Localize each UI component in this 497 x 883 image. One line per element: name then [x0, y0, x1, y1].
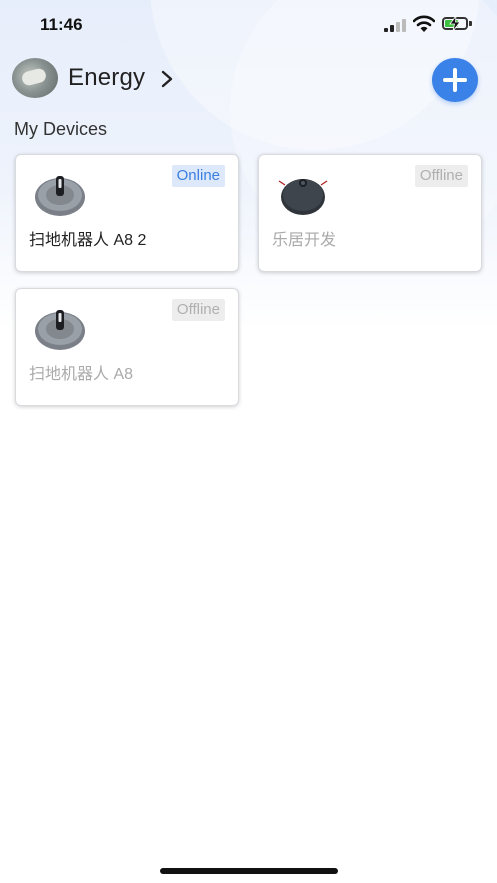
- device-card[interactable]: 乐居开发 Offline: [258, 154, 482, 272]
- home-name[interactable]: Energy: [68, 64, 145, 92]
- section-title: My Devices: [14, 119, 108, 139]
- wifi-icon: [413, 15, 435, 32]
- robot-vacuum-a8-icon: [35, 310, 85, 350]
- device-name: 扫地机器人 A8: [29, 366, 134, 383]
- device-card[interactable]: 扫地机器人 A8 2 Online: [15, 154, 239, 272]
- charging-bolt-icon: [449, 16, 461, 31]
- avatar[interactable]: [12, 58, 58, 98]
- status-bar: 11:46: [0, 0, 497, 50]
- home-header: Energy: [0, 56, 497, 102]
- plus-icon: [443, 68, 467, 92]
- chevron-right-icon[interactable]: [160, 70, 174, 88]
- cellular-signal-icon: [384, 18, 406, 32]
- add-device-button[interactable]: [432, 58, 478, 102]
- home-indicator[interactable]: [160, 868, 338, 874]
- robot-vacuum-a8-icon: [35, 176, 85, 216]
- status-badge: Offline: [414, 165, 468, 187]
- device-card[interactable]: 扫地机器人 A8 Offline: [15, 288, 239, 406]
- device-name: 乐居开发: [272, 232, 337, 249]
- status-badge: Online: [171, 165, 225, 187]
- device-name: 扫地机器人 A8 2: [29, 232, 147, 249]
- battery-tip: [469, 21, 472, 26]
- avatar-image: [20, 67, 48, 87]
- robot-vacuum-dark-icon: [278, 179, 328, 215]
- status-time: 11:46: [40, 15, 83, 34]
- status-badge: Offline: [171, 299, 225, 321]
